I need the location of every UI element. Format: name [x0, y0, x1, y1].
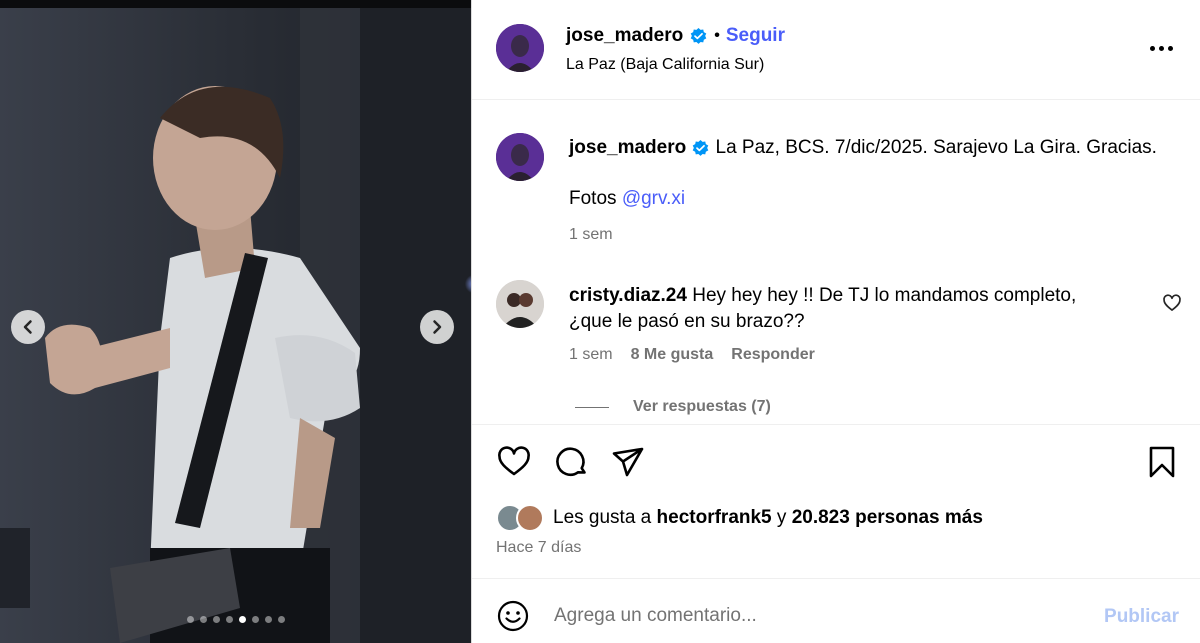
comment-meta: 1 sem 8 Me gusta Responder: [569, 346, 815, 364]
caption-username[interactable]: jose_madero: [569, 136, 686, 160]
author-username[interactable]: jose_madero: [566, 25, 683, 47]
header-separator: •: [714, 27, 720, 44]
post-caption: jose_madero La Paz, BCS. 7/dic/2025. Sar…: [569, 136, 1179, 160]
caption-time: 1 sem: [569, 226, 613, 243]
likes-prefix: Les gusta a: [553, 507, 652, 528]
author-avatar[interactable]: [496, 24, 544, 72]
share-icon: [612, 447, 644, 477]
comment-time: 1 sem: [569, 346, 613, 363]
comment-icon: [556, 447, 586, 477]
bookmark-icon: [1149, 446, 1175, 478]
post-location[interactable]: La Paz (Baja California Sur): [566, 56, 764, 74]
comment-like-heart-icon[interactable]: [1162, 293, 1182, 313]
verified-badge-icon: [692, 139, 709, 156]
post-media: [0, 0, 471, 643]
likes-connector: y: [776, 507, 787, 528]
comment: cristy.diaz.24 Hey hey hey !! De TJ lo m…: [569, 283, 1129, 335]
view-replies-label: Ver respuestas (7): [633, 398, 771, 415]
post-photo: [0, 8, 471, 643]
verified-badge-icon: [690, 27, 707, 44]
actions-divider: [472, 424, 1200, 425]
media-top-bar: [0, 0, 471, 8]
carousel-dot: [264, 616, 272, 623]
emoji-icon[interactable]: [496, 599, 530, 633]
carousel-dot: [225, 616, 233, 623]
more-options-icon[interactable]: [1147, 38, 1175, 58]
comment-input[interactable]: [554, 597, 1074, 635]
chevron-left-icon: [23, 320, 32, 334]
liker-username[interactable]: hectorfrank5: [657, 507, 772, 528]
liker-avatar: [516, 504, 544, 532]
carousel-dots: [0, 616, 471, 623]
heart-icon: [498, 446, 530, 476]
likes-others[interactable]: 20.823 personas más: [792, 507, 983, 528]
photographer-mention[interactable]: @grv.xi: [622, 188, 685, 209]
publish-button[interactable]: Publicar: [1104, 606, 1179, 628]
reply-button[interactable]: Responder: [731, 346, 815, 364]
caption-text: La Paz, BCS. 7/dic/2025. Sarajevo La Gir…: [715, 137, 1157, 158]
carousel-next-button[interactable]: [420, 310, 454, 344]
commenter-avatar[interactable]: [496, 280, 544, 328]
follow-button[interactable]: Seguir: [726, 25, 785, 47]
header-user-row: jose_madero • Seguir: [566, 25, 785, 47]
photos-label: Fotos: [569, 188, 617, 209]
share-button[interactable]: [610, 444, 646, 480]
caption-author-avatar[interactable]: [496, 133, 544, 181]
save-button[interactable]: [1144, 444, 1180, 480]
comment-text-line1: Hey hey hey !! De TJ lo mandamos complet…: [692, 285, 1077, 306]
commenter-username[interactable]: cristy.diaz.24: [569, 285, 687, 306]
carousel-dot: [186, 616, 194, 623]
carousel-dot: [277, 616, 285, 623]
view-replies-button[interactable]: Ver respuestas (7): [575, 398, 771, 416]
comment-text-line2: ¿que le pasó en su brazo??: [569, 311, 805, 332]
comment-composer: Publicar: [472, 578, 1200, 643]
post-age[interactable]: Hace 7 días: [496, 539, 581, 557]
carousel-dot: [251, 616, 259, 623]
caption-photos-credit: Fotos @grv.xi: [569, 188, 685, 210]
carousel-prev-button[interactable]: [11, 310, 45, 344]
like-button[interactable]: [496, 444, 532, 480]
carousel-dot-active: [238, 616, 246, 623]
replies-line: [575, 406, 609, 408]
post-details: jose_madero • Seguir La Paz (Baja Califo…: [471, 0, 1200, 643]
carousel-dot: [212, 616, 220, 623]
comment-likes[interactable]: 8 Me gusta: [631, 346, 714, 364]
likes-summary: Les gusta a hectorfrank5 y 20.823 person…: [553, 507, 983, 529]
likers-avatars[interactable]: [496, 504, 546, 532]
post-header: jose_madero • Seguir La Paz (Baja Califo…: [472, 0, 1200, 100]
chevron-right-icon: [433, 320, 442, 334]
comment-button[interactable]: [554, 444, 590, 480]
carousel-dot: [199, 616, 207, 623]
